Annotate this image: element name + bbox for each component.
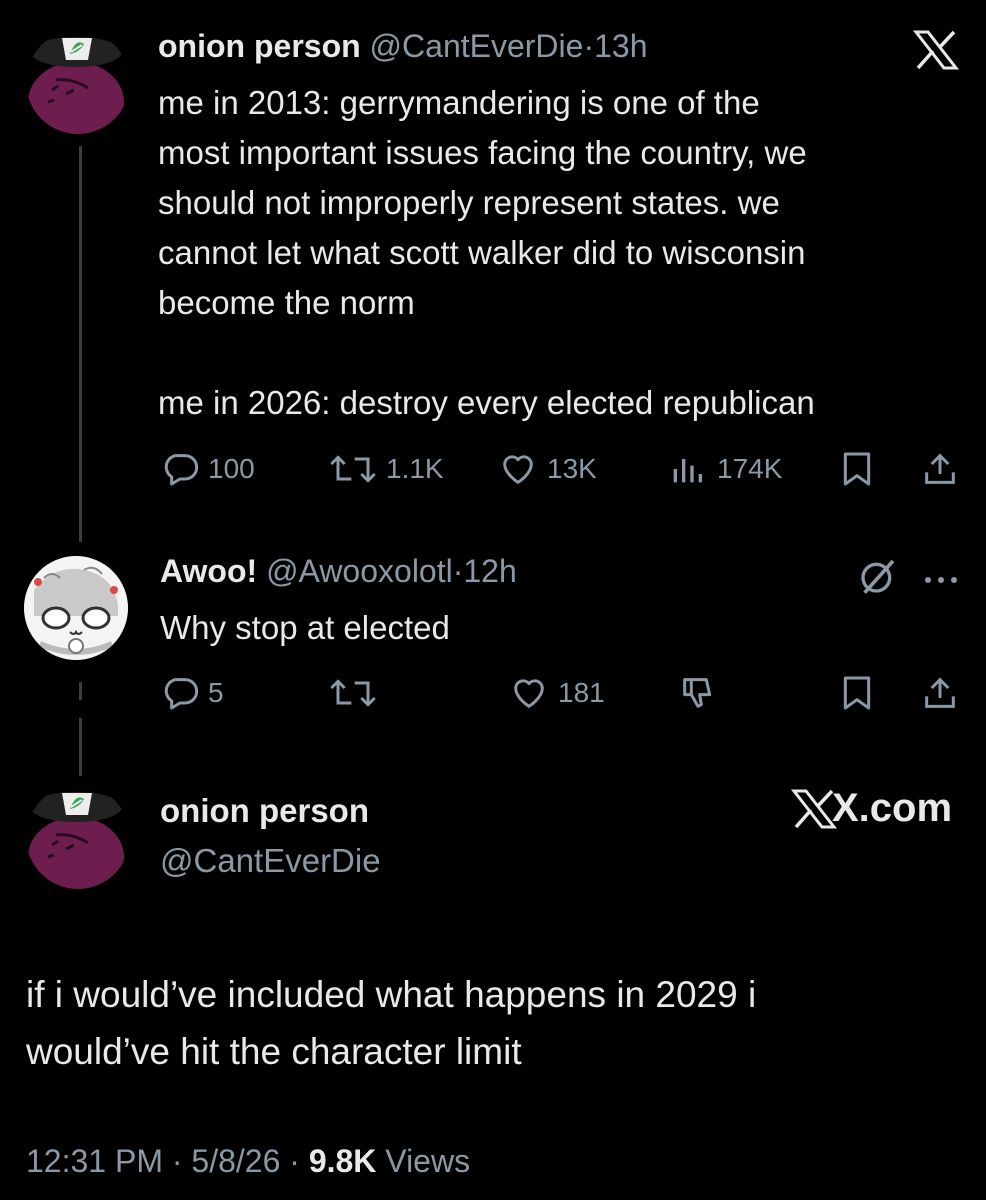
thread-line-2 bbox=[79, 682, 82, 700]
author-handle[interactable]: @CantEverDie bbox=[370, 28, 584, 64]
post-time[interactable]: 12:31 PM bbox=[26, 1143, 163, 1179]
tweet-time[interactable]: 12h bbox=[463, 553, 516, 589]
bookmark-icon bbox=[843, 452, 871, 486]
heart-icon bbox=[514, 679, 544, 708]
tweet1-line: become the norm bbox=[158, 284, 415, 321]
x-logo-icon[interactable] bbox=[912, 30, 960, 75]
onion-avatar-icon bbox=[26, 30, 130, 134]
share-icon bbox=[925, 453, 955, 484]
author-handle[interactable]: @Awooxolotl bbox=[266, 553, 453, 589]
avatar-awoo[interactable] bbox=[24, 556, 128, 660]
like-count: 181 bbox=[558, 677, 605, 708]
reply-icon bbox=[164, 678, 199, 710]
reply-count: 5 bbox=[208, 677, 224, 708]
tweet3-text: if i would’ve included what happens in 2… bbox=[26, 966, 966, 1080]
tweet1-text: me in 2013: gerrymandering is one of the… bbox=[158, 78, 968, 428]
tweet3-line: if i would’ve included what happens in 2… bbox=[26, 974, 757, 1015]
views-button[interactable]: 174K bbox=[665, 449, 782, 489]
reply-icon bbox=[164, 454, 199, 486]
tweet2-text: Why stop at elected bbox=[160, 609, 450, 646]
bookmark-button[interactable] bbox=[840, 673, 874, 713]
bookmark-button[interactable] bbox=[840, 449, 874, 489]
reply-button[interactable]: 5 bbox=[160, 673, 224, 713]
tweet1-line: should not improperly represent states. … bbox=[158, 184, 780, 221]
views-count: 9.8K bbox=[308, 1143, 377, 1179]
thread-line-3 bbox=[79, 718, 82, 776]
avatar-onion-person[interactable] bbox=[26, 30, 130, 134]
screenshot-root: { "colors": { "background": "#000000", "… bbox=[0, 0, 986, 1200]
reply-button[interactable]: 100 bbox=[160, 449, 255, 489]
tweet1-header: onion person @CantEverDie·13h bbox=[158, 28, 647, 65]
like-button[interactable]: 13K bbox=[497, 449, 597, 489]
repost-icon bbox=[330, 455, 376, 483]
repost-button[interactable] bbox=[328, 673, 378, 713]
x-brand-label: X.com bbox=[790, 786, 952, 831]
thumbs-down-icon bbox=[683, 678, 712, 708]
heart-icon bbox=[503, 455, 533, 484]
grok-icon[interactable] bbox=[858, 556, 898, 601]
views-label: Views bbox=[385, 1143, 471, 1179]
separator-dot: · bbox=[289, 1143, 300, 1179]
view-count: 174K bbox=[717, 453, 783, 484]
like-count: 13K bbox=[547, 453, 597, 484]
author-handle[interactable]: @CantEverDie bbox=[160, 842, 381, 880]
tweet-time[interactable]: 13h bbox=[594, 28, 647, 64]
tweet1-line: me in 2013: gerrymandering is one of the bbox=[158, 84, 760, 121]
tweet3-line: would’ve hit the character limit bbox=[26, 1031, 522, 1072]
tweet2-header: Awoo! @Awooxolotl·12h bbox=[160, 553, 517, 590]
like-button[interactable]: 181 bbox=[508, 673, 605, 713]
avatar-onion-person[interactable] bbox=[26, 785, 130, 889]
share-button[interactable] bbox=[920, 449, 960, 489]
x-logo-icon bbox=[790, 789, 838, 828]
author-name[interactable]: onion person bbox=[160, 792, 369, 830]
tweet1-line: most important issues facing the country… bbox=[158, 134, 807, 171]
repost-icon bbox=[330, 679, 376, 707]
tweet-meta: 12:31 PM · 5/8/26 · 9.8K Views bbox=[26, 1143, 470, 1180]
separator-dot: · bbox=[583, 28, 595, 64]
post-date[interactable]: 5/8/26 bbox=[191, 1143, 280, 1179]
axolotl-avatar-icon bbox=[24, 556, 128, 660]
share-icon bbox=[925, 677, 955, 708]
repost-button[interactable]: 1.1K bbox=[328, 449, 444, 489]
separator-dot: · bbox=[452, 553, 464, 589]
thread-line-1 bbox=[79, 146, 82, 542]
repost-count: 1.1K bbox=[386, 453, 444, 484]
onion-avatar-icon bbox=[26, 785, 130, 889]
share-button[interactable] bbox=[920, 673, 960, 713]
brand-text: X.com bbox=[832, 786, 953, 830]
bookmark-icon bbox=[843, 676, 871, 710]
tweet1-line: me in 2026: destroy every elected republ… bbox=[158, 384, 815, 421]
analytics-icon bbox=[673, 459, 702, 483]
dislike-button[interactable] bbox=[678, 673, 718, 713]
separator-dot: · bbox=[171, 1143, 183, 1179]
more-options-icon[interactable] bbox=[922, 572, 962, 590]
tweet1-line: cannot let what scott walker did to wisc… bbox=[158, 234, 806, 271]
author-name[interactable]: Awoo! bbox=[160, 553, 257, 589]
author-name[interactable]: onion person bbox=[158, 28, 361, 64]
reply-count: 100 bbox=[208, 453, 255, 484]
